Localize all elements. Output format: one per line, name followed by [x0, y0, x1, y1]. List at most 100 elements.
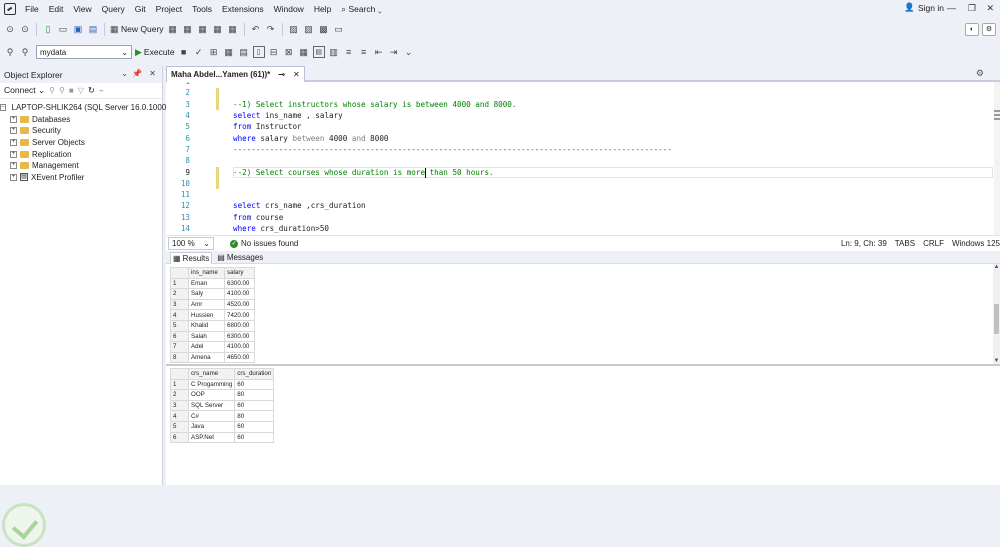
- grid-cell[interactable]: SQL Server: [187, 399, 236, 412]
- grid-cell[interactable]: 4650.00: [224, 351, 255, 364]
- table-row[interactable]: 1 Eman 6300.00: [170, 277, 255, 290]
- row-number[interactable]: 4: [170, 309, 189, 321]
- cursor-position[interactable]: Ln: 9, Ch: 39: [841, 239, 887, 248]
- indent-mode[interactable]: TABS: [895, 239, 915, 248]
- query-type-icon-2[interactable]: ▦: [182, 22, 194, 36]
- menu-tools[interactable]: Tools: [187, 0, 217, 18]
- table-row[interactable]: 1C Progamming 60: [170, 378, 275, 391]
- table-row[interactable]: 7 Adel 4100.00: [170, 341, 255, 353]
- template-icon[interactable]: ▩: [318, 22, 330, 36]
- live-stats-icon[interactable]: ⊠: [283, 45, 295, 59]
- tree-item-xevent-profiler[interactable]: + ▤ XEvent Profiler: [0, 172, 162, 184]
- client-stats-icon[interactable]: ▦: [298, 45, 310, 59]
- connect-icon[interactable]: ⚲: [4, 45, 16, 59]
- table-row[interactable]: 4 Hussien 7420.00: [170, 309, 255, 321]
- row-number[interactable]: 6: [170, 330, 189, 343]
- row-number[interactable]: 1: [170, 277, 189, 290]
- expand-icon[interactable]: +: [10, 162, 17, 170]
- minimize-icon[interactable]: —: [947, 3, 956, 13]
- stop-icon[interactable]: ■: [69, 86, 74, 95]
- row-number[interactable]: 2: [170, 288, 189, 300]
- grid-cell[interactable]: ASP.Net: [187, 431, 236, 444]
- dropdown-icon[interactable]: ⌄: [121, 69, 128, 78]
- issues-indicator[interactable]: ✓ No issues found: [230, 239, 298, 248]
- close-icon[interactable]: ✕: [149, 69, 156, 78]
- specify-values-icon[interactable]: ⌄: [403, 45, 415, 59]
- expand-icon[interactable]: +: [10, 115, 17, 123]
- connect-button[interactable]: Connect ⌄: [4, 85, 45, 96]
- grid-cell[interactable]: 60: [234, 399, 275, 412]
- grid-cell[interactable]: 60: [234, 431, 275, 444]
- query-type-icon-3[interactable]: ▦: [197, 22, 209, 36]
- scroll-up-icon[interactable]: ▲: [993, 264, 1000, 270]
- expand-icon[interactable]: +: [10, 173, 17, 181]
- grid-splitter[interactable]: [166, 364, 1000, 366]
- row-number[interactable]: 7: [170, 341, 189, 353]
- tree-item-management[interactable]: + Management: [0, 160, 162, 172]
- sign-in-button[interactable]: 👤 Sign in: [904, 2, 944, 13]
- new-item-icon[interactable]: ▯: [42, 22, 54, 36]
- menu-file[interactable]: File: [20, 0, 44, 18]
- grid-cell[interactable]: 4520.00: [224, 298, 255, 311]
- line-ending[interactable]: CRLF: [923, 239, 944, 248]
- activity-monitor-icon[interactable]: ▨: [288, 22, 300, 36]
- new-query-button[interactable]: ▦ New Query: [110, 22, 164, 36]
- tree-item-replication[interactable]: + Replication: [0, 148, 162, 160]
- intellisense-icon[interactable]: ▤: [238, 45, 250, 59]
- row-number[interactable]: 1: [170, 378, 189, 391]
- table-row[interactable]: 5 Java 60: [170, 420, 275, 433]
- row-number[interactable]: 5: [170, 420, 189, 433]
- row-number[interactable]: 8: [170, 351, 189, 364]
- settings-icon[interactable]: ⚙: [976, 68, 984, 79]
- settings-icon[interactable]: ⚙: [982, 22, 996, 36]
- table-row[interactable]: 3 Amr 4520.00: [170, 298, 255, 311]
- table-row[interactable]: 2 Saly 4100.00: [170, 288, 255, 300]
- tree-item-security[interactable]: + Security: [0, 125, 162, 137]
- query-designer-icon[interactable]: ▦: [223, 45, 235, 59]
- menu-edit[interactable]: Edit: [44, 0, 69, 18]
- grid-cell[interactable]: 6300.00: [224, 330, 255, 343]
- parse-icon[interactable]: ✓: [193, 45, 205, 59]
- restore-icon[interactable]: ❐: [968, 3, 976, 14]
- results-to-file-icon[interactable]: ▥: [328, 45, 340, 59]
- query-type-icon-5[interactable]: ▦: [227, 22, 239, 36]
- row-number[interactable]: 3: [170, 399, 189, 412]
- open-icon[interactable]: ▭: [57, 22, 69, 36]
- grid-cell[interactable]: 6300.00: [224, 277, 255, 290]
- column-header[interactable]: crs_name: [187, 368, 236, 380]
- encoding[interactable]: Windows 125: [952, 239, 1000, 248]
- stop-icon[interactable]: ■: [178, 45, 190, 59]
- theme-icon[interactable]: ◐: [965, 22, 979, 36]
- comment-icon[interactable]: ≡: [343, 45, 355, 59]
- save-icon[interactable]: ▣: [72, 22, 84, 36]
- save-all-icon[interactable]: ▤: [87, 22, 99, 36]
- table-row[interactable]: 2 OOP 80: [170, 389, 275, 401]
- row-number[interactable]: 5: [170, 319, 189, 332]
- properties-icon[interactable]: ▧: [303, 22, 315, 36]
- query-type-icon[interactable]: ▦: [167, 22, 179, 36]
- pin-icon[interactable]: ⊸: [278, 70, 285, 79]
- filter-icon[interactable]: ▽: [78, 86, 84, 95]
- row-number[interactable]: 4: [170, 410, 189, 422]
- grid-cell[interactable]: Amena: [188, 351, 225, 364]
- grid-cell[interactable]: 7420.00: [224, 309, 255, 321]
- database-select[interactable]: mydata ⌄: [36, 45, 132, 59]
- grid-cell[interactable]: Khalid: [188, 319, 225, 332]
- grid-cell[interactable]: Eman: [188, 277, 225, 290]
- grid-cell[interactable]: Salah: [188, 330, 225, 343]
- back-icon[interactable]: ⊙: [4, 22, 16, 36]
- pin-icon[interactable]: 📌: [132, 69, 142, 78]
- results-grid-2[interactable]: crs_name crs_duration 1 C Progamming 60 2 OOP 8…: [170, 368, 275, 444]
- tree-server-node[interactable]: − LAPTOP-SHLIK264 (SQL Server 16.0.1000: [0, 102, 166, 114]
- close-window-icon[interactable]: ✕: [986, 3, 994, 14]
- grid-cell[interactable]: 4100.00: [224, 341, 255, 353]
- query-type-icon-4[interactable]: ▦: [212, 22, 224, 36]
- row-number[interactable]: 6: [170, 431, 189, 444]
- grid-cell[interactable]: Adel: [188, 341, 225, 353]
- grid-cell[interactable]: C Progamming: [187, 378, 236, 391]
- search-menu[interactable]: ⌕ Search ⌄: [336, 0, 386, 18]
- solution-icon[interactable]: ▭: [333, 22, 345, 36]
- menu-query[interactable]: Query: [97, 0, 130, 18]
- table-row[interactable]: 6 Salah 6300.00: [170, 330, 255, 343]
- grid-cell[interactable]: Java: [187, 420, 236, 433]
